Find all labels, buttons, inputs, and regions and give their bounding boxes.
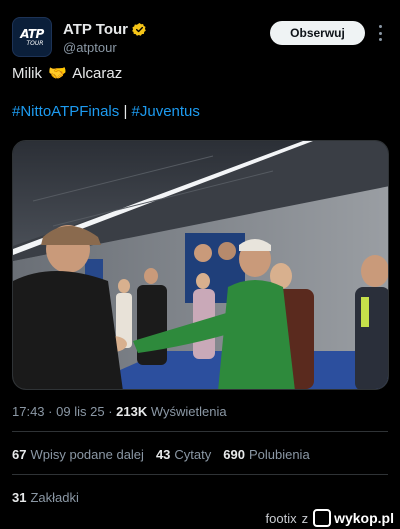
quotes-count: 43 xyxy=(155,447,171,462)
handshake-emoji: 🤝 xyxy=(48,65,67,82)
tweet-metadata: 17:43 · 09 lis 25 · 213K Wyświetlenia xyxy=(12,403,227,421)
author-display-name[interactable]: ATP Tour xyxy=(63,21,128,38)
watermark-user: footix xyxy=(265,510,297,526)
engagement-stats: 67 Wpisy podane dalej 43 Cytaty 690 Polubie… xyxy=(12,446,310,464)
quotes-stat[interactable]: 43 Cytaty xyxy=(156,446,211,464)
likes-label: Polubienia xyxy=(248,447,310,462)
follow-button[interactable]: Obserwuj xyxy=(270,21,365,45)
divider xyxy=(12,431,388,432)
bookmarks-stat[interactable]: 31 Zakładki xyxy=(12,489,79,507)
likes-count: 690 xyxy=(223,447,245,462)
avatar-logo-text: ATP xyxy=(20,26,44,41)
wykop-watermark: footix z wykop.pl xyxy=(266,509,394,527)
reposts-stat[interactable]: 67 Wpisy podane dalej xyxy=(12,446,144,464)
views-label: Wyświetlenia xyxy=(150,404,227,419)
quotes-label: Cytaty xyxy=(174,447,212,462)
views-count: 213K xyxy=(116,404,148,419)
reposts-label: Wpisy podane dalej xyxy=(30,447,144,462)
meta-separator: · xyxy=(48,404,53,419)
avatar[interactable]: ATP TOUR xyxy=(12,17,52,57)
wykop-logo-icon xyxy=(313,509,332,527)
tweet-text: Milik 🤝 Alcaraz xyxy=(12,64,122,84)
reposts-count: 67 xyxy=(12,447,27,462)
author-handle[interactable]: @atptour xyxy=(63,39,147,56)
author-block: ATP Tour @atptour xyxy=(63,21,147,56)
tweet-header: ATP TOUR ATP Tour @atptour Obserwuj xyxy=(12,17,388,57)
verified-badge-icon[interactable] xyxy=(132,22,147,37)
tweet-hashtags: #NittoATPFinals | #Juventus xyxy=(12,102,200,122)
watermark-site: wykop.pl xyxy=(334,510,394,526)
hashtag-link-nittoatpfinals[interactable]: #NittoATPFinals xyxy=(12,103,119,120)
hashtag-link-juventus[interactable]: #Juventus xyxy=(132,103,200,120)
avatar-logo-subtext: TOUR xyxy=(26,39,44,47)
watermark-prep: z xyxy=(301,510,309,526)
tweet-time[interactable]: 17:43 xyxy=(12,404,45,419)
tweet-text-right: Alcaraz xyxy=(72,65,123,82)
bookmarks-count: 31 xyxy=(12,490,27,505)
more-options-icon[interactable] xyxy=(374,25,386,41)
wykop-logo: wykop.pl xyxy=(313,509,394,527)
bookmarks-label: Zakładki xyxy=(30,490,79,505)
hashtag-separator: | xyxy=(123,103,128,120)
photo-illustration xyxy=(13,141,388,389)
tweet-photo[interactable] xyxy=(12,140,389,390)
meta-separator: · xyxy=(108,404,113,419)
likes-stat[interactable]: 690 Polubienia xyxy=(223,446,309,464)
tweet-date[interactable]: 09 lis 25 xyxy=(56,404,104,419)
tweet-text-left: Milik xyxy=(12,65,42,82)
divider xyxy=(12,474,388,475)
